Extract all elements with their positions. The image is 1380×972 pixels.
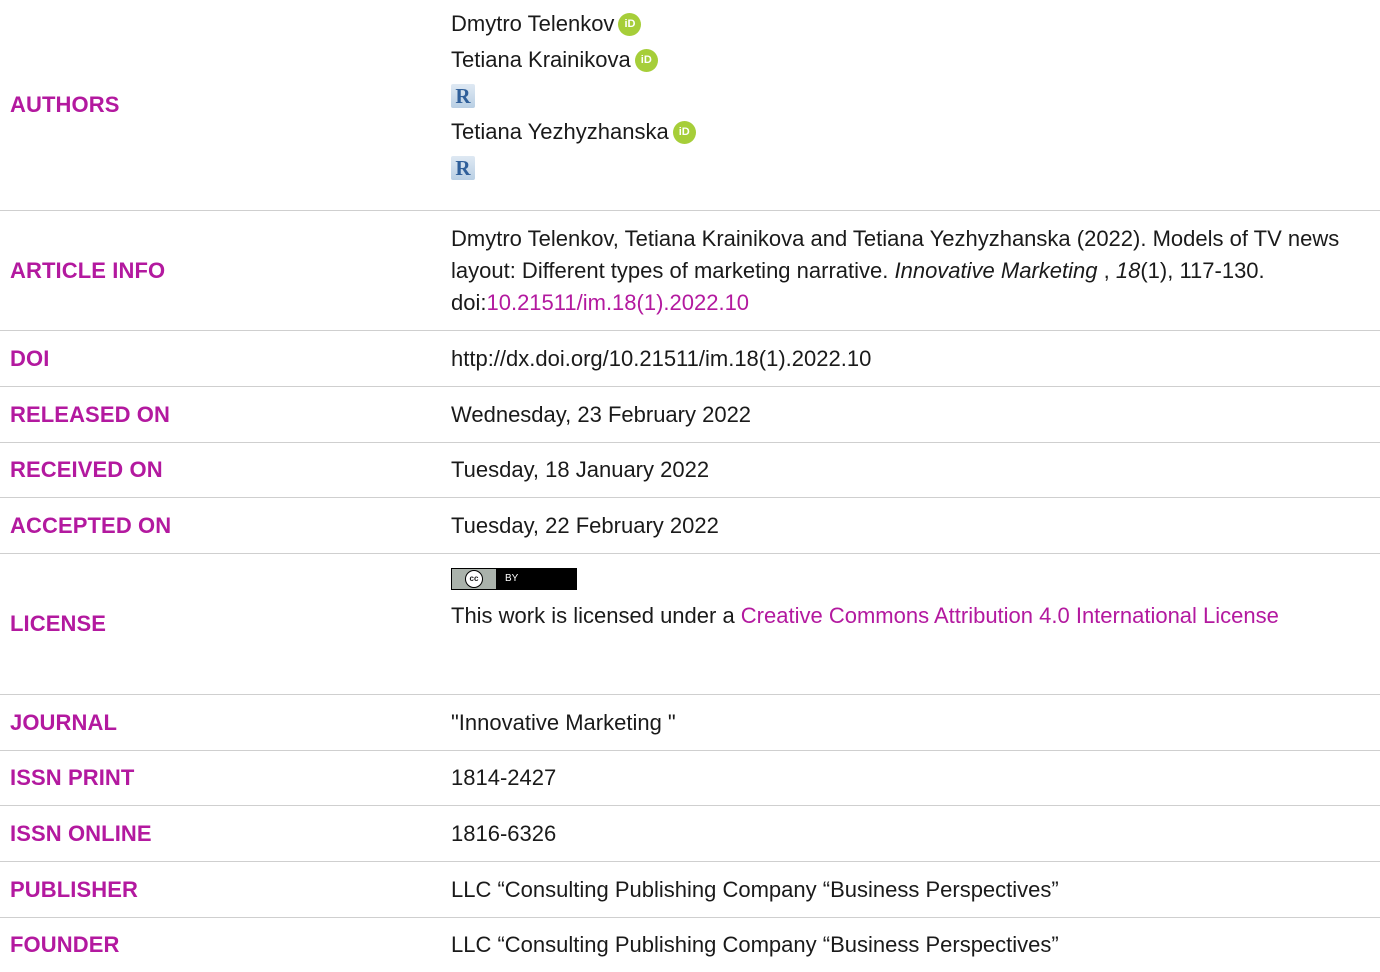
author-name[interactable]: Tetiana Yezhyzhanska bbox=[451, 116, 669, 148]
license-row: LICENSE cc BY This work is licensed unde… bbox=[0, 554, 1380, 695]
released-row: RELEASED ON Wednesday, 23 February 2022 bbox=[0, 387, 1380, 443]
founder-row: FOUNDER LLC “Consulting Publishing Compa… bbox=[0, 918, 1380, 972]
orcid-icon[interactable]: iD bbox=[672, 120, 696, 144]
received-row: RECEIVED ON Tuesday, 18 January 2022 bbox=[0, 443, 1380, 498]
researcherid-icon[interactable]: R bbox=[451, 84, 475, 108]
authors-label: AUTHORS bbox=[10, 92, 120, 117]
doi-value[interactable]: http://dx.doi.org/10.21511/im.18(1).2022… bbox=[440, 331, 1380, 386]
released-label: RELEASED ON bbox=[10, 401, 171, 427]
license-value: cc BY This work is licensed under a Crea… bbox=[440, 554, 1380, 694]
received-label: RECEIVED ON bbox=[10, 457, 163, 482]
article-info-label: ARTICLE INFO bbox=[10, 257, 166, 283]
article-info-value: Dmytro Telenkov, Tetiana Krainikova and … bbox=[440, 211, 1380, 330]
license-text: This work is licensed under a bbox=[451, 603, 741, 628]
cc-left: cc bbox=[452, 569, 497, 589]
article-metadata-table: AUTHORS Dmytro Telenkov iD Tetiana Krain… bbox=[0, 0, 1380, 972]
accepted-row: ACCEPTED ON Tuesday, 22 February 2022 bbox=[0, 498, 1380, 554]
citation-volume: 18 bbox=[1115, 257, 1141, 283]
issn-print-row: ISSN PRINT 1814-2427 bbox=[0, 751, 1380, 806]
cc-circle-icon: cc bbox=[465, 570, 483, 588]
cc-by-badge-icon[interactable]: cc BY bbox=[451, 568, 577, 590]
journal-value: "Innovative Marketing " bbox=[451, 709, 676, 735]
author-name[interactable]: Dmytro Telenkov bbox=[451, 8, 614, 40]
issn-online-value: 1816-6326 bbox=[451, 820, 557, 846]
license-statement: This work is licensed under a Creative C… bbox=[451, 600, 1340, 632]
citation-journal: Innovative Marketing bbox=[894, 257, 1098, 283]
article-info-row: ARTICLE INFO Dmytro Telenkov, Tetiana Kr… bbox=[0, 211, 1380, 331]
journal-row: JOURNAL "Innovative Marketing " bbox=[0, 695, 1380, 751]
cc-right: BY bbox=[497, 569, 576, 589]
issn-online-label: ISSN ONLINE bbox=[10, 820, 152, 846]
author-name[interactable]: Tetiana Krainikova bbox=[451, 44, 631, 76]
publisher-value: LLC “Consulting Publishing Company “Busi… bbox=[451, 876, 1059, 902]
license-link[interactable]: Creative Commons Attribution 4.0 Interna… bbox=[741, 603, 1279, 628]
author-3-researcher: R bbox=[451, 150, 1340, 186]
orcid-icon[interactable]: iD bbox=[618, 12, 642, 36]
founder-value: LLC “Consulting Publishing Company “Busi… bbox=[451, 932, 1059, 957]
citation-separator: , bbox=[1097, 257, 1110, 283]
received-value: Tuesday, 18 January 2022 bbox=[451, 457, 710, 482]
doi-label: DOI bbox=[10, 345, 50, 371]
publisher-row: PUBLISHER LLC “Consulting Publishing Com… bbox=[0, 862, 1380, 918]
authors-row: AUTHORS Dmytro Telenkov iD Tetiana Krain… bbox=[0, 0, 1380, 211]
issn-online-row: ISSN ONLINE 1816-6326 bbox=[0, 806, 1380, 862]
publisher-label: PUBLISHER bbox=[10, 876, 139, 902]
author-3: Tetiana Yezhyzhanska iD bbox=[451, 114, 1340, 150]
citation: Dmytro Telenkov, Tetiana Krainikova and … bbox=[451, 223, 1340, 319]
license-label: LICENSE bbox=[10, 611, 107, 636]
author-2-researcher: R bbox=[451, 78, 1340, 114]
founder-label: FOUNDER bbox=[10, 932, 120, 957]
accepted-value: Tuesday, 22 February 2022 bbox=[451, 512, 719, 538]
doi-link[interactable]: 10.21511/im.18(1).2022.10 bbox=[486, 290, 749, 315]
issn-print-label: ISSN PRINT bbox=[10, 765, 135, 790]
orcid-icon[interactable]: iD bbox=[634, 48, 658, 72]
released-value: Wednesday, 23 February 2022 bbox=[451, 401, 752, 427]
doi-row: DOI http://dx.doi.org/10.21511/im.18(1).… bbox=[0, 331, 1380, 387]
author-1: Dmytro Telenkov iD bbox=[451, 6, 1340, 42]
researcherid-icon[interactable]: R bbox=[451, 156, 475, 180]
journal-label: JOURNAL bbox=[10, 709, 118, 735]
authors-list: Dmytro Telenkov iD Tetiana Krainikova iD… bbox=[440, 0, 1380, 210]
author-2: Tetiana Krainikova iD bbox=[451, 42, 1340, 78]
issn-print-value: 1814-2427 bbox=[451, 765, 557, 790]
accepted-label: ACCEPTED ON bbox=[10, 512, 172, 538]
